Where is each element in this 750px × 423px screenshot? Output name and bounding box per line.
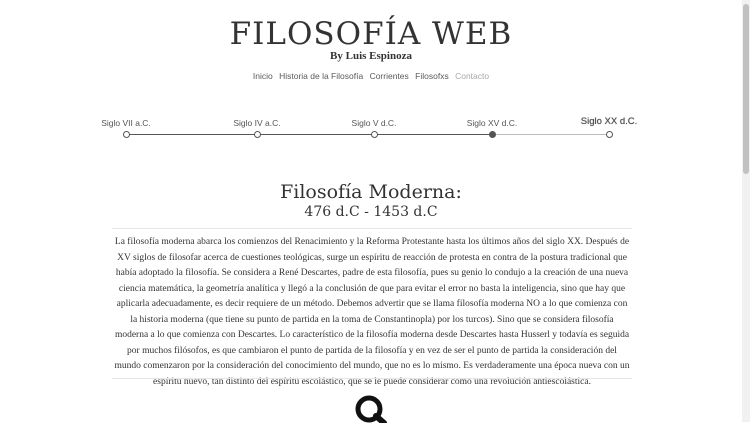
timeline: Siglo VII a.C. Siglo IV a.C. Siglo V d.C… — [0, 0, 750, 150]
timeline-dot-siglo-xv-dc[interactable] — [488, 131, 496, 138]
timeline-label-siglo-xx-dc[interactable]: Siglo XX d.C. — [581, 116, 638, 127]
timeline-label-siglo-vii-ac[interactable]: Siglo VII a.C. — [101, 118, 151, 128]
timeline-dot-siglo-vii-ac[interactable] — [122, 131, 130, 138]
scrollbar-thumb[interactable] — [743, 4, 749, 174]
timeline-label-siglo-v-dc[interactable]: Siglo V d.C. — [352, 118, 397, 128]
timeline-line-future — [492, 134, 609, 135]
page-scrollbar[interactable] — [742, 0, 750, 422]
divider-bottom — [112, 378, 632, 379]
timeline-label-siglo-xv-dc[interactable]: Siglo XV d.C. — [467, 118, 518, 128]
section-body: La filosofía moderna abarca los comienzo… — [114, 237, 630, 387]
timeline-dot-siglo-iv-ac[interactable] — [253, 131, 261, 138]
divider-top — [112, 228, 632, 229]
section-dates: 476 d.C - 1453 d.C — [304, 204, 438, 220]
section-title: Filosofía Moderna: — [280, 181, 462, 203]
timeline-label-siglo-iv-ac[interactable]: Siglo IV a.C. — [233, 118, 280, 128]
timeline-dot-siglo-v-dc[interactable] — [370, 131, 378, 138]
search-icon[interactable] — [354, 393, 388, 423]
timeline-dot-siglo-xx-dc[interactable] — [605, 131, 613, 138]
